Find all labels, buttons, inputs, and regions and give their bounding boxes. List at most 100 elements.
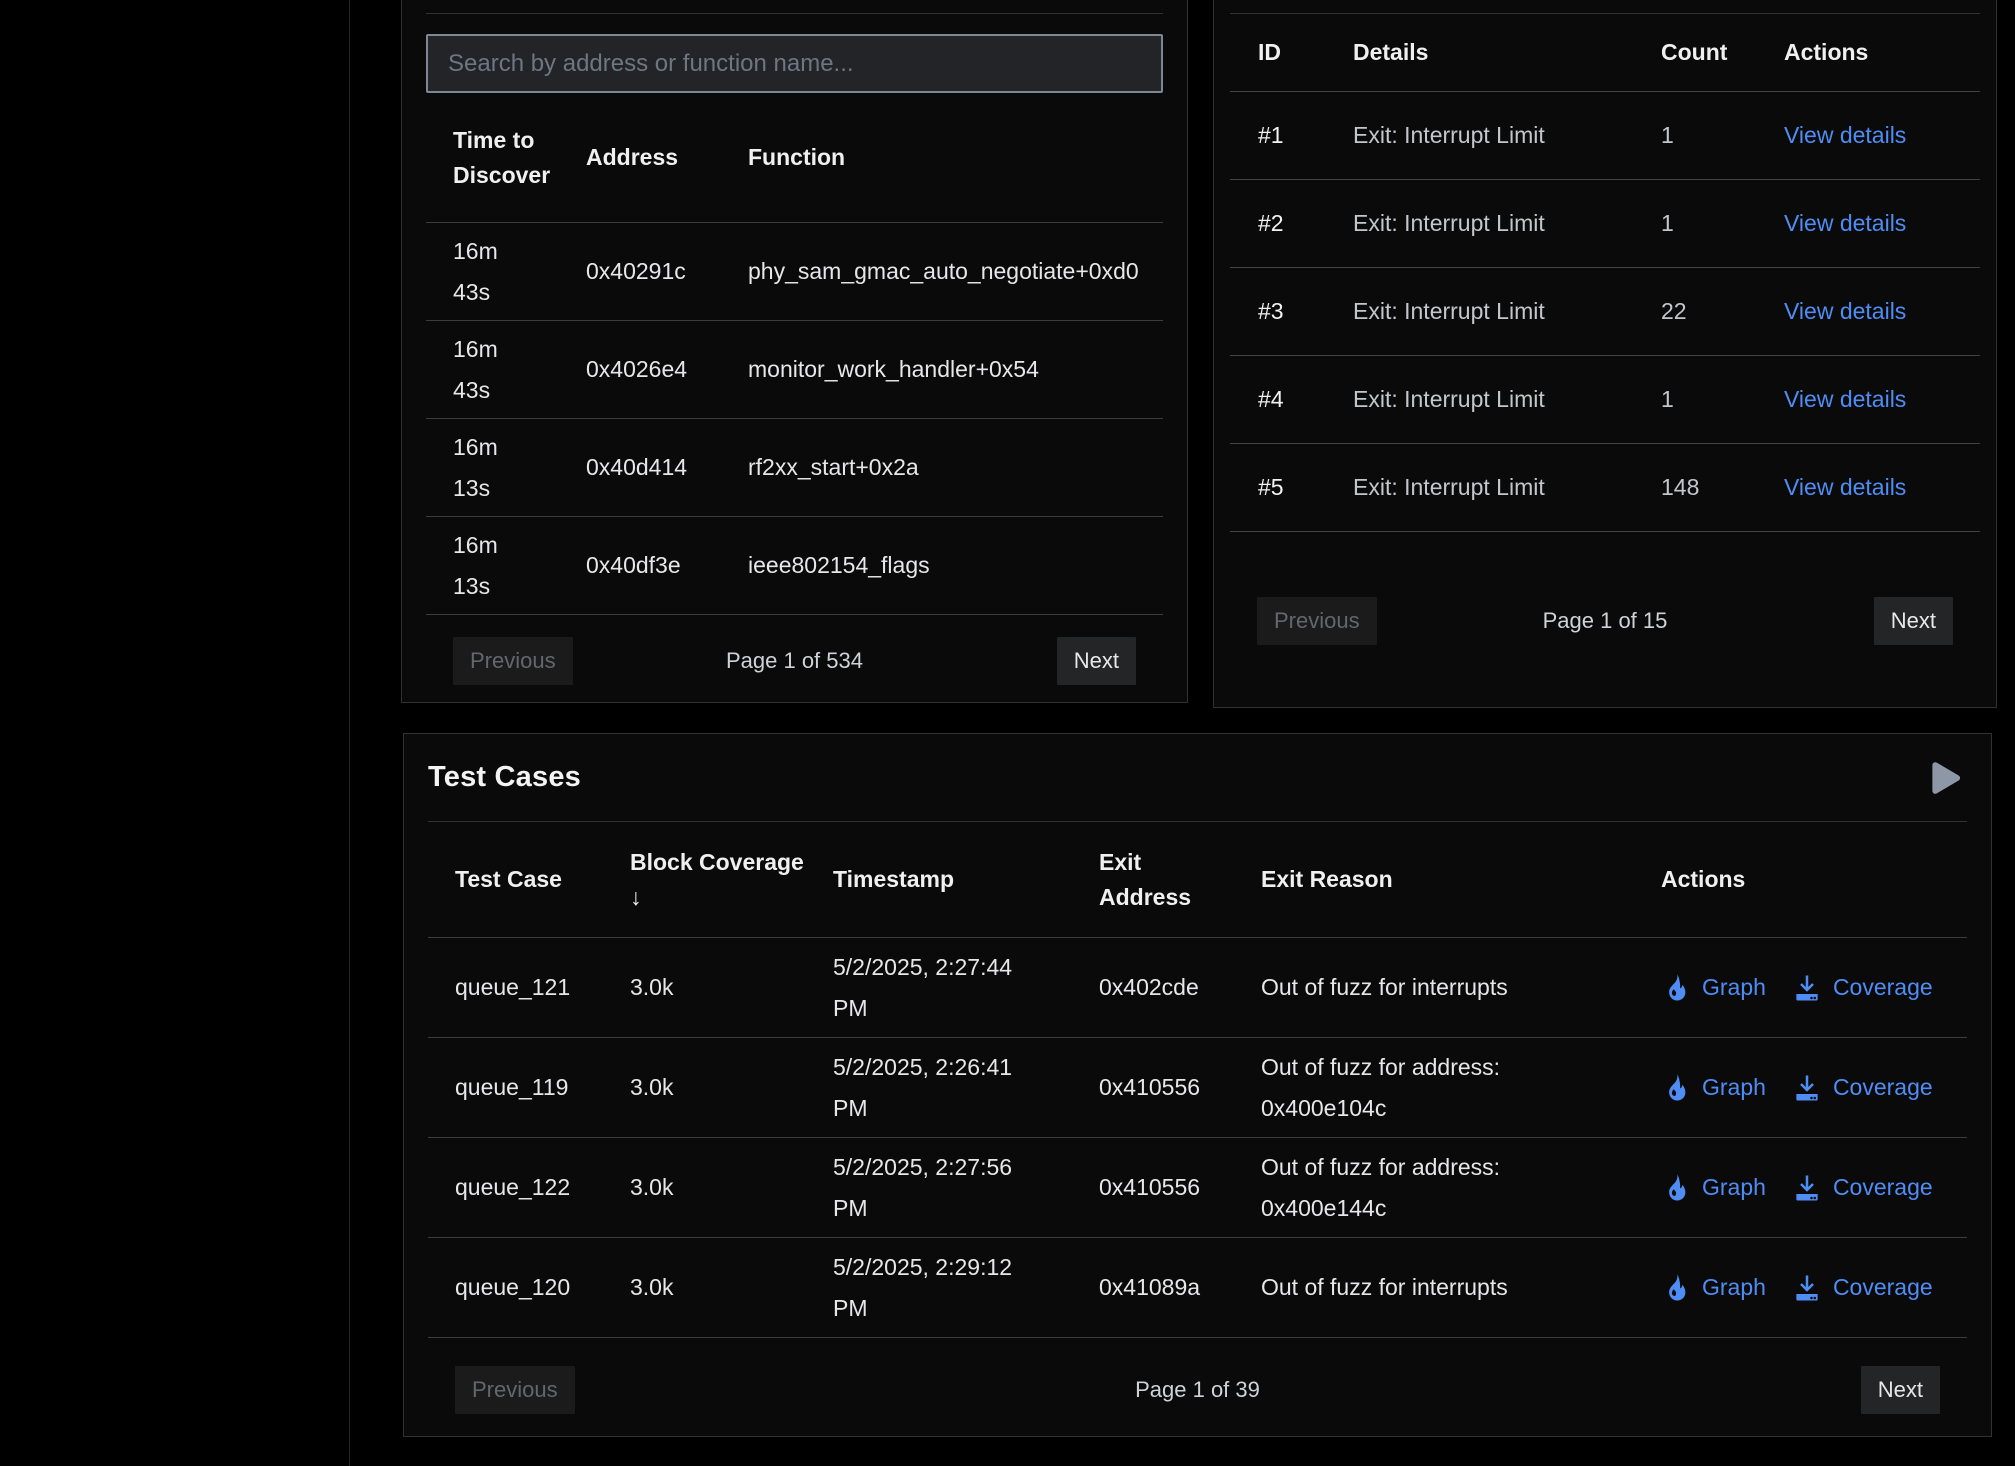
graph-link[interactable]: Graph — [1661, 1167, 1766, 1207]
next-button[interactable]: Next — [1057, 637, 1136, 685]
next-button[interactable]: Next — [1861, 1366, 1940, 1414]
view-details-link[interactable]: View details — [1784, 203, 1906, 243]
sort-descending-icon: ↓ — [630, 880, 786, 915]
function-cell: rf2xx_start+0x2a — [721, 447, 1163, 487]
view-details-link[interactable]: View details — [1784, 115, 1906, 155]
count-cell: 1 — [1633, 203, 1756, 243]
exit-reason-cell: Out of fuzz for address: 0x400e104c — [1234, 1047, 1634, 1128]
timestamp-cell: 5/2/2025, 2:29:12 PM — [806, 1247, 1072, 1328]
exits-panel: ID Details Count Actions #1 Exit: Interr… — [1213, 0, 1997, 708]
col-function: Function — [721, 140, 1163, 175]
download-icon — [1792, 1173, 1822, 1203]
pagination: Previous Page 1 of 39 Next — [428, 1338, 1967, 1442]
timestamp-cell: 5/2/2025, 2:27:44 PM — [806, 947, 1072, 1028]
page: Time to Discover Address Function 16m 43… — [0, 0, 2015, 1466]
col-block-coverage[interactable]: Block Coverage ↓ — [603, 845, 806, 914]
address-cell: 0x4026e4 — [559, 349, 721, 389]
flame-icon — [1661, 1273, 1691, 1303]
download-icon — [1792, 1073, 1822, 1103]
play-icon[interactable] — [1918, 755, 1964, 801]
coverage-link[interactable]: Coverage — [1792, 1167, 1933, 1207]
count-cell: 148 — [1633, 467, 1756, 507]
exit-reason-cell: Out of fuzz for address: 0x400e144c — [1234, 1147, 1634, 1228]
previous-button[interactable]: Previous — [1257, 597, 1377, 645]
timestamp-cell: 5/2/2025, 2:27:56 PM — [806, 1147, 1072, 1228]
col-actions: Actions — [1756, 35, 1980, 70]
id-cell: #2 — [1230, 203, 1325, 243]
page-label: Page 1 of 39 — [428, 1377, 1967, 1403]
col-test-case: Test Case — [428, 862, 603, 897]
time-cell: 16m 43s — [426, 329, 559, 410]
details-cell: Exit: Interrupt Limit — [1325, 115, 1633, 155]
coverage-link[interactable]: Coverage — [1792, 1267, 1933, 1307]
col-time-to-discover: Time to Discover — [426, 123, 559, 192]
details-cell: Exit: Interrupt Limit — [1325, 379, 1633, 419]
pagination: Previous Page 1 of 15 Next — [1230, 593, 1980, 649]
coverage-link[interactable]: Coverage — [1792, 1067, 1933, 1107]
col-exit-reason: Exit Reason — [1234, 862, 1634, 897]
col-timestamp: Timestamp — [806, 862, 1072, 897]
table-row: queue_119 3.0k 5/2/2025, 2:26:41 PM 0x41… — [428, 1038, 1967, 1138]
table-row: 16m 43s 0x40291c phy_sam_gmac_auto_negot… — [426, 223, 1163, 321]
graph-link[interactable]: Graph — [1661, 967, 1766, 1007]
next-button[interactable]: Next — [1874, 597, 1953, 645]
table-row: queue_122 3.0k 5/2/2025, 2:27:56 PM 0x41… — [428, 1138, 1967, 1238]
view-details-link[interactable]: View details — [1784, 291, 1906, 331]
exit-address-cell: 0x41089a — [1072, 1267, 1234, 1307]
details-cell: Exit: Interrupt Limit — [1325, 291, 1633, 331]
time-cell: 16m 43s — [426, 231, 559, 312]
test-case-cell: queue_122 — [428, 1167, 603, 1207]
discoveries-panel: Time to Discover Address Function 16m 43… — [401, 0, 1188, 703]
block-coverage-cell: 3.0k — [603, 1267, 806, 1307]
table-row: #2 Exit: Interrupt Limit 1 View details — [1230, 180, 1980, 268]
panel-top-divider — [426, 13, 1163, 14]
table-row: 16m 13s 0x40d414 rf2xx_start+0x2a — [426, 419, 1163, 517]
test-case-cell: queue_119 — [428, 1067, 603, 1107]
table-row: #5 Exit: Interrupt Limit 148 View detail… — [1230, 444, 1980, 532]
panel-title: Test Cases — [428, 761, 581, 794]
time-cell: 16m 13s — [426, 525, 559, 606]
address-cell: 0x40d414 — [559, 447, 721, 487]
count-cell: 22 — [1633, 291, 1756, 331]
previous-button[interactable]: Previous — [455, 1366, 575, 1414]
coverage-link[interactable]: Coverage — [1792, 967, 1933, 1007]
id-cell: #1 — [1230, 115, 1325, 155]
download-icon — [1792, 973, 1822, 1003]
function-cell: ieee802154_flags — [721, 545, 1163, 585]
col-actions: Actions — [1634, 862, 1967, 897]
col-id: ID — [1230, 35, 1325, 70]
block-coverage-cell: 3.0k — [603, 1067, 806, 1107]
flame-icon — [1661, 973, 1691, 1003]
search-input[interactable] — [426, 34, 1163, 93]
view-details-link[interactable]: View details — [1784, 379, 1906, 419]
id-cell: #4 — [1230, 379, 1325, 419]
graph-link[interactable]: Graph — [1661, 1267, 1766, 1307]
table-row: 16m 43s 0x4026e4 monitor_work_handler+0x… — [426, 321, 1163, 419]
test-cases-panel: Test Cases Test Case Block Coverage ↓ Ti… — [403, 733, 1992, 1437]
address-cell: 0x40df3e — [559, 545, 721, 585]
table-row: 16m 13s 0x40df3e ieee802154_flags — [426, 517, 1163, 615]
table-row: queue_120 3.0k 5/2/2025, 2:29:12 PM 0x41… — [428, 1238, 1967, 1338]
table-header: ID Details Count Actions — [1230, 14, 1980, 92]
test-case-cell: queue_120 — [428, 1267, 603, 1307]
test-case-cell: queue_121 — [428, 967, 603, 1007]
view-details-link[interactable]: View details — [1784, 467, 1906, 507]
flame-icon — [1661, 1173, 1691, 1203]
table-row: #3 Exit: Interrupt Limit 22 View details — [1230, 268, 1980, 356]
id-cell: #5 — [1230, 467, 1325, 507]
block-coverage-cell: 3.0k — [603, 967, 806, 1007]
previous-button[interactable]: Previous — [453, 637, 573, 685]
table-row: #1 Exit: Interrupt Limit 1 View details — [1230, 92, 1980, 180]
table-header: Time to Discover Address Function — [426, 93, 1163, 223]
exit-address-cell: 0x410556 — [1072, 1167, 1234, 1207]
exit-address-cell: 0x410556 — [1072, 1067, 1234, 1107]
flame-icon — [1661, 1073, 1691, 1103]
col-details: Details — [1325, 35, 1633, 70]
exit-address-cell: 0x402cde — [1072, 967, 1234, 1007]
count-cell: 1 — [1633, 379, 1756, 419]
col-exit-address: Exit Address — [1072, 845, 1234, 914]
graph-link[interactable]: Graph — [1661, 1067, 1766, 1107]
download-icon — [1792, 1273, 1822, 1303]
exit-reason-cell: Out of fuzz for interrupts — [1234, 967, 1634, 1007]
table-row: queue_121 3.0k 5/2/2025, 2:27:44 PM 0x40… — [428, 938, 1967, 1038]
